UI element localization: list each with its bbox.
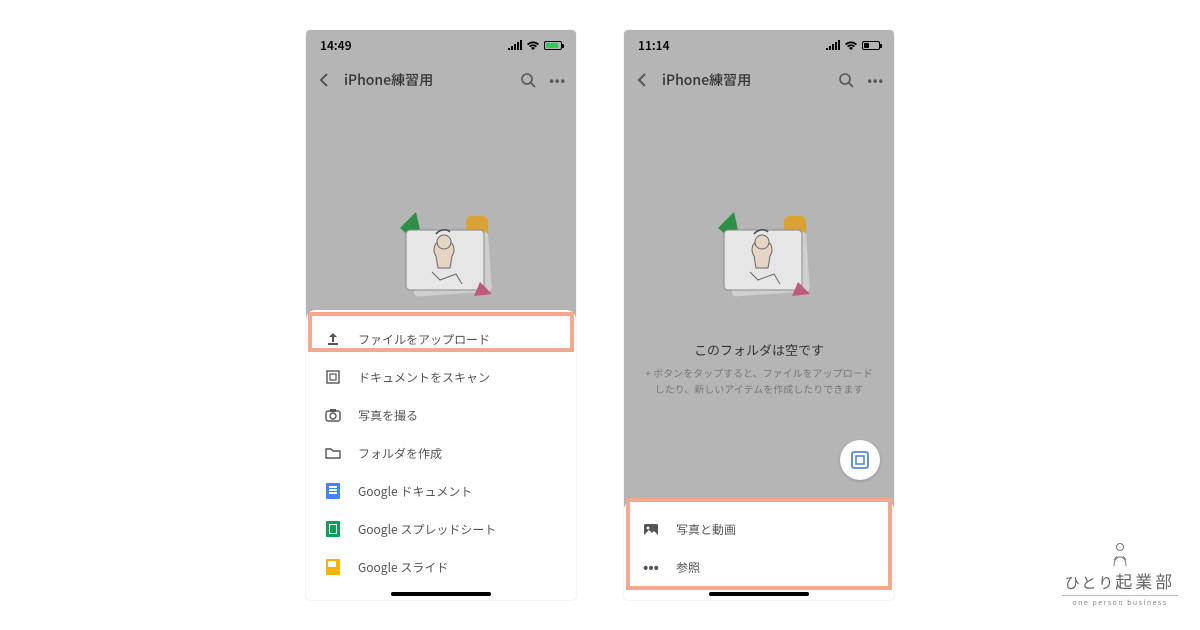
home-indicator — [709, 592, 809, 596]
back-icon[interactable] — [316, 71, 334, 89]
wifi-icon — [526, 40, 540, 50]
sheet-item-scan[interactable]: ドキュメントをスキャン — [306, 358, 576, 396]
search-icon[interactable] — [837, 71, 855, 89]
sheet-item-label: ドキュメントをスキャン — [358, 369, 490, 386]
status-icons — [826, 40, 880, 50]
folder-header: iPhone練習用 ••• — [306, 60, 576, 100]
phone-left: 14:49 iPhone練習用 ••• — [306, 30, 576, 600]
sheet-item-label: ファイルをアップロード — [358, 331, 490, 348]
sheet-item-gsheet[interactable]: Google スプレッドシート — [306, 510, 576, 548]
empty-title: このフォルダは空です — [644, 340, 874, 359]
scan-icon — [850, 450, 870, 470]
status-time: 11:14 — [638, 37, 670, 54]
signal-icon — [508, 40, 522, 50]
camera-icon — [324, 406, 342, 424]
empty-illustration — [376, 200, 506, 310]
sheet-item-photos[interactable]: 写真と動画 — [624, 510, 894, 548]
sheet-item-label: 写真を撮る — [358, 407, 418, 424]
sheet-item-folder[interactable]: フォルダを作成 — [306, 434, 576, 472]
upload-icon — [324, 330, 342, 348]
folder-header: iPhone練習用 ••• — [624, 60, 894, 100]
sheet-item-label: 参照 — [676, 559, 700, 576]
signal-icon — [826, 40, 840, 50]
sheet-item-upload[interactable]: ファイルをアップロード — [306, 320, 576, 358]
search-icon[interactable] — [519, 71, 537, 89]
status-time: 14:49 — [320, 37, 352, 54]
action-sheet: ファイルをアップロード ドキュメントをスキャン 写真を撮る フォルダを作成 Go… — [306, 310, 576, 600]
google-doc-icon — [324, 482, 342, 500]
sheet-item-camera[interactable]: 写真を撮る — [306, 396, 576, 434]
more-icon[interactable]: ••• — [867, 72, 884, 89]
status-bar: 11:14 — [624, 30, 894, 60]
sheet-item-label: Google ドキュメント — [358, 483, 472, 500]
back-icon[interactable] — [634, 71, 652, 89]
folder-icon — [324, 444, 342, 462]
sheet-item-gslide[interactable]: Google スライド — [306, 548, 576, 586]
more-icon[interactable]: ••• — [549, 72, 566, 89]
empty-illustration — [694, 200, 824, 310]
status-bar: 14:49 — [306, 30, 576, 60]
browse-icon: ••• — [642, 558, 660, 576]
battery-charging-icon — [544, 41, 562, 50]
logo-text: ひとり起業部 — [1062, 568, 1178, 593]
folder-title: iPhone練習用 — [662, 70, 827, 90]
scan-icon — [324, 368, 342, 386]
folder-title: iPhone練習用 — [344, 70, 509, 90]
scan-fab[interactable] — [840, 440, 880, 480]
home-indicator — [391, 592, 491, 596]
sheet-item-label: 写真と動画 — [676, 521, 736, 538]
logo-subtitle: one person business — [1062, 595, 1178, 608]
sheet-item-label: フォルダを作成 — [358, 445, 442, 462]
sheet-item-label: Google スプレッドシート — [358, 521, 496, 538]
logo-figure-icon — [1109, 542, 1131, 568]
sheet-item-browse[interactable]: ••• 参照 — [624, 548, 894, 586]
brand-logo: ひとり起業部 one person business — [1062, 542, 1178, 608]
sheet-item-gdoc[interactable]: Google ドキュメント — [306, 472, 576, 510]
sheet-item-label: Google スライド — [358, 559, 448, 576]
empty-state-text: このフォルダは空です + ボタンをタップすると、ファイルをアップロードしたり、新… — [624, 340, 894, 397]
google-sheet-icon — [324, 520, 342, 538]
upload-sheet: 写真と動画 ••• 参照 — [624, 500, 894, 600]
empty-subtitle: + ボタンをタップすると、ファイルをアップロードしたり、新しいアイテムを作成した… — [644, 365, 874, 397]
battery-low-icon — [862, 41, 880, 50]
wifi-icon — [844, 40, 858, 50]
status-icons — [508, 40, 562, 50]
google-slide-icon — [324, 558, 342, 576]
photos-icon — [642, 520, 660, 538]
phone-right: 11:14 iPhone練習用 ••• — [624, 30, 894, 600]
